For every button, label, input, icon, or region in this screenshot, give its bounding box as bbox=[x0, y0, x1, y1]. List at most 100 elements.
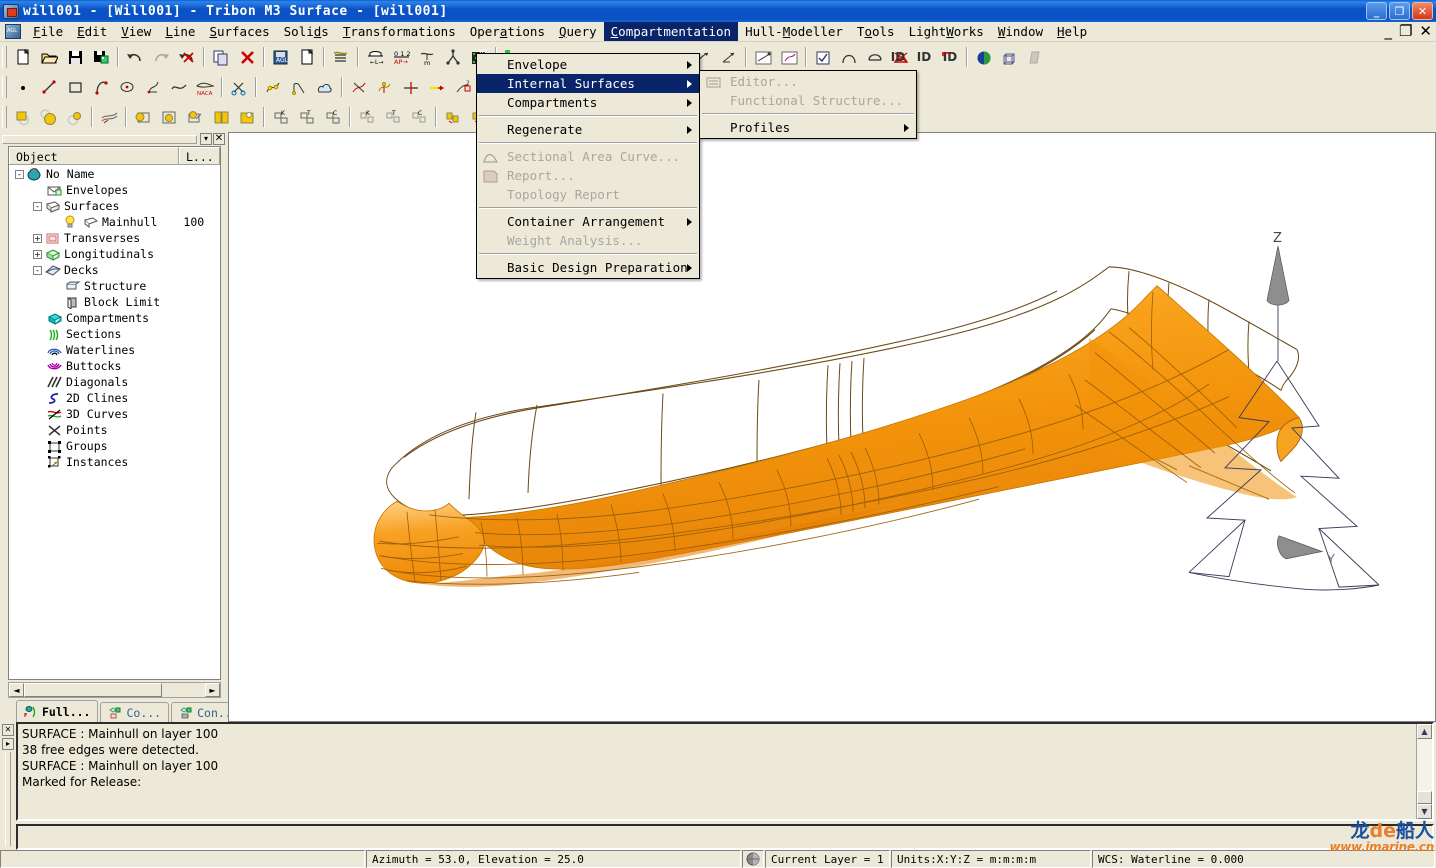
knuckle-c-icon[interactable]: C bbox=[321, 106, 345, 129]
modify-curve-icon[interactable] bbox=[261, 76, 285, 99]
surf-op2-icon[interactable] bbox=[157, 106, 181, 129]
tree-node-envelopes[interactable]: Envelopes bbox=[9, 182, 220, 198]
compartmentation-item-internal-surfaces[interactable]: Internal Surfaces bbox=[477, 74, 699, 93]
frames-icon[interactable]: 0 1 2 AP→ bbox=[389, 46, 413, 69]
check-box-icon[interactable] bbox=[811, 46, 835, 69]
message-grip[interactable] bbox=[5, 752, 11, 846]
menu-lightworks[interactable]: LightWorks bbox=[902, 22, 991, 41]
menu-line[interactable]: Line bbox=[158, 22, 202, 41]
toolbar-grip[interactable] bbox=[2, 76, 7, 98]
save-icon[interactable] bbox=[63, 46, 87, 69]
tree-column-object[interactable]: Object bbox=[9, 147, 179, 164]
tree-horizontal-scrollbar[interactable]: ◄ ► bbox=[8, 682, 221, 698]
tree-column-layer[interactable]: L... bbox=[179, 147, 220, 164]
copy-icon[interactable] bbox=[209, 46, 233, 69]
extend-icon[interactable] bbox=[425, 76, 449, 99]
menu-edit[interactable]: Edit bbox=[70, 22, 114, 41]
scroll-track[interactable] bbox=[1417, 739, 1432, 791]
surface-c-icon[interactable] bbox=[63, 106, 87, 129]
menu-transformations[interactable]: Transformations bbox=[336, 22, 463, 41]
surface-cloud-icon[interactable] bbox=[313, 76, 337, 99]
tree-toggle[interactable]: + bbox=[33, 233, 42, 243]
arch-icon[interactable] bbox=[837, 46, 861, 69]
open-file-icon[interactable] bbox=[37, 46, 61, 69]
tree-node-3d-curves[interactable]: 3D Curves bbox=[9, 406, 220, 422]
render-icon[interactable] bbox=[972, 46, 996, 69]
scroll-thumb[interactable] bbox=[1417, 791, 1432, 804]
tree-node-longitudinals[interactable]: + Longitudinals bbox=[9, 246, 220, 262]
new-file-icon[interactable] bbox=[11, 46, 35, 69]
surf-op4-icon[interactable] bbox=[209, 106, 233, 129]
surface-b-icon[interactable] bbox=[37, 106, 61, 129]
meters-icon[interactable]: m bbox=[415, 46, 439, 69]
trim-icon[interactable] bbox=[227, 76, 251, 99]
toolbar-grip[interactable] bbox=[2, 106, 7, 128]
panel-close-button[interactable]: ✕ bbox=[213, 133, 225, 145]
save-model-icon[interactable] bbox=[89, 46, 113, 69]
intersect-icon[interactable] bbox=[347, 76, 371, 99]
wireframe-icon[interactable] bbox=[998, 46, 1022, 69]
spline-icon[interactable] bbox=[141, 76, 165, 99]
menu-hull-modeller[interactable]: Hull-Modeller bbox=[738, 22, 850, 41]
menu-help[interactable]: Help bbox=[1050, 22, 1094, 41]
menu-file[interactable]: File bbox=[26, 22, 70, 41]
tree-node-waterlines[interactable]: Waterlines bbox=[9, 342, 220, 358]
tree-node-points[interactable]: Points bbox=[9, 422, 220, 438]
curve-tool-3-icon[interactable] bbox=[751, 46, 775, 69]
menu-operations[interactable]: Operations bbox=[463, 22, 552, 41]
minimize-button[interactable]: _ bbox=[1366, 2, 1387, 20]
curve-icon[interactable] bbox=[167, 76, 191, 99]
line-icon[interactable] bbox=[37, 76, 61, 99]
circle-icon[interactable] bbox=[115, 76, 139, 99]
close-button[interactable]: ✕ bbox=[1412, 2, 1433, 20]
mdi-close-button[interactable]: ✕ bbox=[1419, 23, 1432, 39]
knuckle-t-icon[interactable]: T bbox=[295, 106, 319, 129]
compartmentation-item-compartments[interactable]: Compartments bbox=[477, 93, 699, 112]
tree-node-compartments[interactable]: Compartments bbox=[9, 310, 220, 326]
scroll-down-arrow[interactable]: ▼ bbox=[1417, 804, 1432, 819]
point-icon[interactable] bbox=[11, 76, 35, 99]
dome-icon[interactable] bbox=[863, 46, 887, 69]
corner-icon[interactable] bbox=[287, 76, 311, 99]
tree-node-no-name[interactable]: - No Name bbox=[9, 166, 220, 182]
length-icon[interactable]: ←L→ bbox=[363, 46, 387, 69]
project-icon[interactable] bbox=[373, 76, 397, 99]
patch-c-icon[interactable]: C bbox=[407, 106, 431, 129]
panel-drag-handle[interactable] bbox=[2, 134, 197, 144]
menu-compartmentation[interactable]: Compartmentation bbox=[603, 22, 739, 41]
scroll-thumb[interactable] bbox=[24, 683, 162, 697]
id-icon[interactable]: ID bbox=[912, 46, 936, 69]
tree-node-decks[interactable]: - Decks bbox=[9, 262, 220, 278]
internal-surfaces-item-profiles[interactable]: Profiles bbox=[700, 118, 916, 137]
menu-tools[interactable]: Tools bbox=[850, 22, 902, 41]
undo-all-icon[interactable] bbox=[175, 46, 199, 69]
tree-node-structure[interactable]: Structure bbox=[9, 278, 220, 294]
compartmentation-item-basic-design-preparation[interactable]: Basic Design Preparation bbox=[477, 258, 699, 277]
layers-icon[interactable] bbox=[329, 46, 353, 69]
tree-node-mainhull[interactable]: Mainhull 100 bbox=[9, 214, 220, 230]
surf-op5-icon[interactable] bbox=[235, 106, 259, 129]
surf-op3-icon[interactable] bbox=[183, 106, 207, 129]
tree-node-surfaces[interactable]: - Surfaces bbox=[9, 198, 220, 214]
command-input[interactable] bbox=[16, 824, 1434, 850]
message-expand-button[interactable]: ▸ bbox=[2, 738, 14, 750]
arc-icon[interactable] bbox=[89, 76, 113, 99]
toolbar-grip[interactable] bbox=[2, 46, 7, 68]
panel-tab-co[interactable]: Co... bbox=[100, 702, 170, 722]
naca-icon[interactable]: NACA bbox=[193, 76, 217, 99]
undo-icon[interactable] bbox=[123, 46, 147, 69]
knuckle-k-icon[interactable]: K bbox=[269, 106, 293, 129]
blank-page-icon[interactable] bbox=[295, 46, 319, 69]
panel-dropdown-button[interactable]: ▾ bbox=[200, 133, 212, 145]
curve-tool-4-icon[interactable] bbox=[777, 46, 801, 69]
curve-tool-2-icon[interactable] bbox=[717, 46, 741, 69]
tree-node-block-limit[interactable]: Block Limit bbox=[9, 294, 220, 310]
tree-toggle[interactable]: - bbox=[15, 169, 24, 179]
patch-k-icon[interactable]: K bbox=[355, 106, 379, 129]
tree-toggle[interactable]: + bbox=[33, 249, 42, 259]
menu-window[interactable]: Window bbox=[991, 22, 1050, 41]
rectangle-icon[interactable] bbox=[63, 76, 87, 99]
agl-icon[interactable]: AGL bbox=[269, 46, 293, 69]
split-icon[interactable] bbox=[399, 76, 423, 99]
id-arrow-icon[interactable]: ID ⌐ bbox=[938, 46, 962, 69]
